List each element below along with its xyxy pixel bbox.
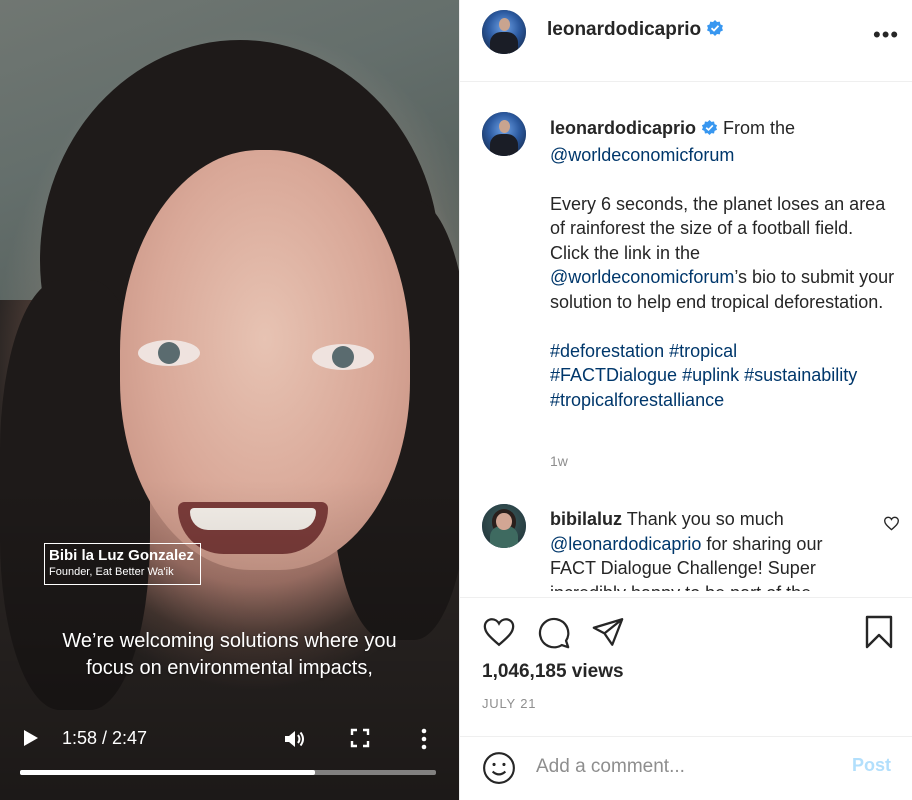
header-user: leonardodicaprio [547, 19, 724, 42]
share-send-icon[interactable] [591, 616, 625, 653]
post-panel: leonardodicaprio ••• leonardodicaprio Fr… [459, 0, 912, 800]
comment-bubble-icon[interactable] [537, 616, 571, 655]
fullscreen-icon[interactable] [350, 728, 370, 748]
video-controls: 1:58 / 2:47 [0, 720, 459, 760]
caption-text-a: Every 6 seconds, the planet loses an are… [550, 193, 886, 263]
verified-icon [706, 19, 724, 42]
caption-line-2: focus on environmental impacts, [86, 657, 373, 679]
caption-line-1: We’re welcoming solutions where you [62, 630, 397, 652]
name-tag-role: Founder, Eat Better Wa'ik [49, 566, 174, 578]
play-icon[interactable] [22, 728, 40, 748]
emoji-smiley-icon[interactable] [482, 751, 516, 790]
more-options-button[interactable]: ••• [873, 22, 899, 48]
post-age[interactable]: 1w [550, 453, 568, 469]
video-progress-bar[interactable] [20, 770, 436, 775]
verified-icon [701, 118, 718, 143]
caption-author-avatar[interactable] [482, 112, 526, 156]
comment-like-icon[interactable] [883, 516, 900, 536]
hashtag-list: #deforestation #tropical #FACTDialogue #… [550, 339, 895, 413]
like-heart-icon[interactable] [482, 616, 516, 653]
add-comment-row: Post [460, 736, 912, 800]
video-name-tag: Bibi la Luz Gonzalez Founder, Eat Better… [44, 543, 202, 585]
more-vertical-icon[interactable] [420, 728, 428, 750]
comment-input[interactable] [536, 753, 836, 781]
name-tag-name: Bibi la Luz Gonzalez [49, 547, 195, 564]
video-progress-fill [20, 770, 316, 775]
hashtag-link[interactable]: #uplink [682, 365, 739, 385]
post-header: leonardodicaprio ••• [460, 0, 912, 82]
caption-username[interactable]: leonardodicaprio [550, 118, 696, 138]
volume-icon[interactable] [283, 728, 307, 750]
view-count[interactable]: 1,046,185 views [482, 661, 624, 683]
caption-first-line: leonardodicaprio From the [550, 116, 895, 143]
comment-username[interactable]: bibilaluz [550, 509, 622, 529]
post-date[interactable]: JULY 21 [482, 696, 536, 711]
video-time: 1:58 / 2:47 [62, 728, 148, 748]
author-avatar[interactable] [482, 10, 526, 54]
hashtag-link[interactable]: #tropicalforestalliance [550, 390, 724, 410]
mention-link[interactable]: @leonardodicaprio [550, 534, 701, 554]
post-comment-button[interactable]: Post [852, 755, 891, 776]
mention-link[interactable]: @worldeconomicforum [550, 145, 734, 165]
hashtag-link[interactable]: #FACTDialogue [550, 365, 677, 385]
hashtag-link[interactable]: #tropical [669, 341, 737, 361]
mention-link[interactable]: @worldeconomicforum [550, 267, 734, 287]
comment-text-a: Thank you so much [626, 509, 784, 529]
save-bookmark-icon[interactable] [864, 614, 894, 655]
hashtag-link[interactable]: #sustainability [744, 365, 857, 385]
caption-from: From the [723, 118, 796, 138]
hashtag-link[interactable]: #deforestation [550, 341, 664, 361]
commenter-avatar[interactable] [482, 504, 526, 548]
video-player[interactable]: Bibi la Luz Gonzalez Founder, Eat Better… [0, 0, 459, 800]
video-caption: We’re welcoming solutions where you focu… [0, 628, 459, 682]
comment-item: bibilaluz Thank you so much @leonardodic… [550, 507, 870, 591]
header-username[interactable]: leonardodicaprio [547, 19, 701, 40]
post-caption: leonardodicaprio From the @worldeconomic… [550, 116, 895, 412]
